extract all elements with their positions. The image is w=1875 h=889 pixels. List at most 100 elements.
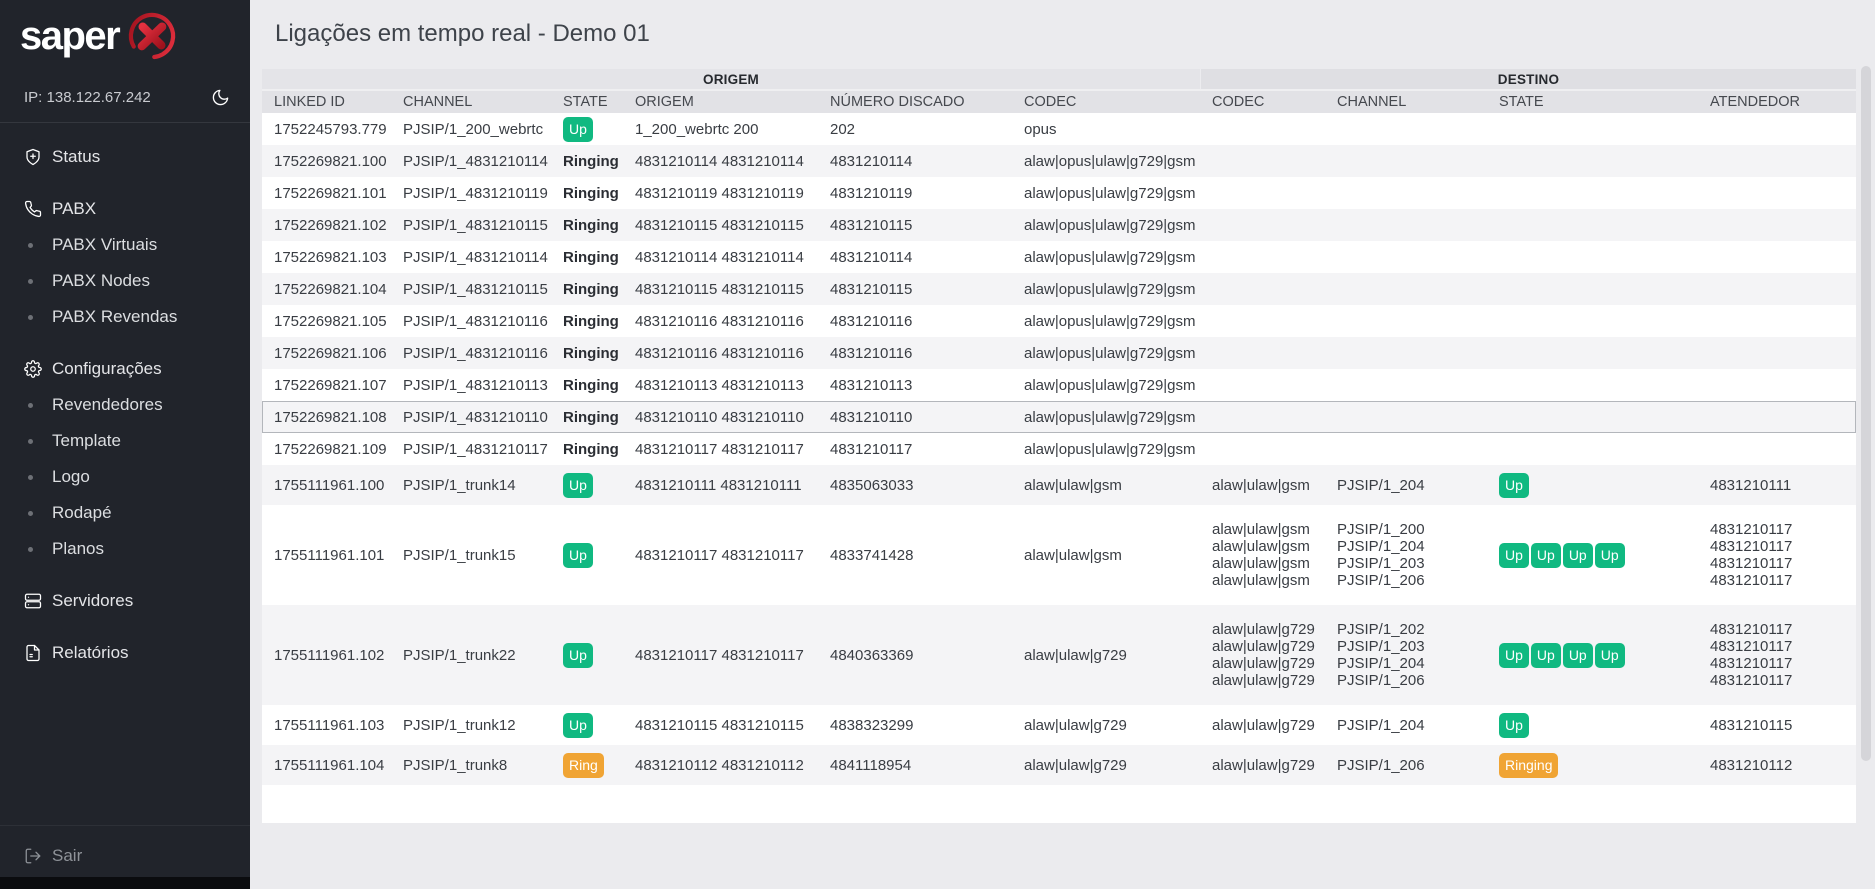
group-header-label: ORIGEM [703, 72, 759, 87]
cell-origem: 4831210112 4831210112 [623, 757, 818, 774]
table-row[interactable]: 1755111961.103PJSIP/1_trunk12Up483121011… [262, 705, 1856, 745]
cell-state: Up [551, 643, 623, 668]
cell-origem: 4831210117 4831210117 [623, 441, 818, 458]
dest-state-badge: Up [1531, 543, 1561, 568]
cell-dest-channel-line: PJSIP/1_203 [1337, 555, 1483, 572]
cell-state: Ringing [551, 281, 623, 298]
dest-state-badge: Up [1563, 643, 1593, 668]
cell-codec: alaw|opus|ulaw|g729|gsm [1012, 345, 1200, 362]
table-row[interactable]: 1755111961.101PJSIP/1_trunk15Up483121011… [262, 505, 1856, 605]
cell-channel: PJSIP/1_4831210115 [391, 281, 551, 298]
sidebar-item-rodape[interactable]: Rodapé [0, 495, 250, 531]
cell-linked-id: 1752269821.101 [262, 185, 391, 202]
sidebar-item-sair[interactable]: Sair [0, 838, 250, 874]
cell-linked-id: 1752269821.109 [262, 441, 391, 458]
cell-dest-codec-line: alaw|ulaw|gsm [1212, 521, 1321, 538]
table-row[interactable]: 1752269821.104PJSIP/1_4831210115Ringing4… [262, 273, 1856, 305]
sidebar-item-pabx-nodes[interactable]: PABX Nodes [0, 263, 250, 299]
cell-numero-discado: 4838323299 [818, 717, 1012, 734]
shield-plus-icon [24, 148, 52, 166]
sidebar-item-servidores[interactable]: Servidores [0, 583, 250, 619]
cell-numero-discado: 4831210115 [818, 217, 1012, 234]
cell-dest-codec-line: alaw|ulaw|g729 [1212, 672, 1321, 689]
cell-linked-id: 1755111961.102 [262, 647, 391, 664]
table-row[interactable]: 1752245793.779PJSIP/1_200_webrtcUp1_200_… [262, 113, 1856, 145]
cell-atendedor-line: 4831210117 [1710, 672, 1852, 689]
table-row[interactable]: 1752269821.109PJSIP/1_4831210117Ringing4… [262, 433, 1856, 465]
cell-state: Ringing [551, 441, 623, 458]
table-row[interactable]: 1755111961.100PJSIP/1_trunk14Up483121011… [262, 465, 1856, 505]
cell-linked-id: 1752269821.106 [262, 345, 391, 362]
table-row[interactable]: 1755111961.104PJSIP/1_trunk8Ring48312101… [262, 745, 1856, 785]
cell-numero-discado: 4831210119 [818, 185, 1012, 202]
cell-dest-codec-line: alaw|ulaw|g729 [1212, 621, 1321, 638]
sidebar-item-status[interactable]: Status [0, 139, 250, 175]
table-row[interactable]: 1752269821.103PJSIP/1_4831210114Ringing4… [262, 241, 1856, 273]
sidebar-item-configuracoes[interactable]: Configurações [0, 351, 250, 387]
sidebar-item-logo[interactable]: Logo [0, 459, 250, 495]
cell-dest-channel-line: PJSIP/1_202 [1337, 621, 1483, 638]
cell-origem: 4831210116 4831210116 [623, 345, 818, 362]
saper-logo-text: saper [20, 8, 119, 64]
cell-linked-id: 1752269821.107 [262, 377, 391, 394]
table-body: 1752245793.779PJSIP/1_200_webrtcUp1_200_… [262, 113, 1856, 785]
bullet-icon [24, 315, 52, 320]
sidebar-item-revendedores[interactable]: Revendedores [0, 387, 250, 423]
cell-channel: PJSIP/1_trunk12 [391, 717, 551, 734]
sidebar-divider [0, 122, 250, 123]
cell-linked-id: 1752269821.100 [262, 153, 391, 170]
cell-dest-channel-line: PJSIP/1_206 [1337, 572, 1483, 589]
cell-codec: opus [1012, 121, 1200, 138]
dest-state-badge: Up [1499, 473, 1529, 498]
cell-atendedor-line: 4831210117 [1710, 638, 1852, 655]
cell-dest-codec-line: alaw|ulaw|g729 [1212, 638, 1321, 655]
sidebar-item-pabx[interactable]: PABX [0, 191, 250, 227]
cell-dest-channel: PJSIP/1_200PJSIP/1_204PJSIP/1_203PJSIP/1… [1325, 521, 1487, 589]
cell-dest-channel-line: PJSIP/1_203 [1337, 638, 1483, 655]
gear-icon [24, 360, 52, 378]
sidebar-item-pabx-revendas[interactable]: PABX Revendas [0, 299, 250, 335]
group-header-destino: DESTINO [1200, 69, 1856, 89]
cell-atendedor: 4831210112 [1698, 757, 1856, 774]
cell-channel: PJSIP/1_4831210116 [391, 313, 551, 330]
sidebar-item-template[interactable]: Template [0, 423, 250, 459]
sidebar-item-label: Servidores [52, 591, 133, 611]
cell-linked-id: 1752245793.779 [262, 121, 391, 138]
cell-state: Ringing [551, 185, 623, 202]
table-row[interactable]: 1752269821.102PJSIP/1_4831210115Ringing4… [262, 209, 1856, 241]
state-badge: Up [563, 643, 593, 668]
col-header-state-8: STATE [1487, 91, 1698, 113]
table-row[interactable]: 1752269821.106PJSIP/1_4831210116Ringing4… [262, 337, 1856, 369]
state-text: Ringing [563, 409, 619, 426]
table-row[interactable]: 1752269821.100PJSIP/1_4831210114Ringing4… [262, 145, 1856, 177]
sidebar-item-label: Configurações [52, 359, 162, 379]
cell-atendedor: 4831210117483121011748312101174831210117 [1698, 521, 1856, 589]
vertical-scrollbar-thumb[interactable] [1861, 66, 1871, 761]
cell-dest-codec-line: alaw|ulaw|g729 [1212, 757, 1321, 774]
cell-dest-codec-line: alaw|ulaw|gsm [1212, 538, 1321, 555]
sidebar-item-label: Planos [52, 539, 104, 559]
col-header-channel-7: CHANNEL [1325, 91, 1487, 113]
dest-state-badges: UpUpUpUp [1499, 643, 1694, 668]
brand-logo: saper [20, 8, 179, 64]
col-header-channel-1: CHANNEL [391, 91, 551, 113]
sidebar-item-label: Status [52, 147, 100, 167]
table-row[interactable]: 1752269821.105PJSIP/1_4831210116Ringing4… [262, 305, 1856, 337]
cell-codec: alaw|ulaw|gsm [1012, 477, 1200, 494]
cell-dest-channel: PJSIP/1_206 [1325, 757, 1487, 774]
table-row[interactable]: 1752269821.101PJSIP/1_4831210119Ringing4… [262, 177, 1856, 209]
table-row[interactable]: 1755111961.102PJSIP/1_trunk22Up483121011… [262, 605, 1856, 705]
cell-atendedor-line: 4831210117 [1710, 555, 1852, 572]
sidebar-item-relatorios[interactable]: Relatórios [0, 635, 250, 671]
table-row[interactable]: 1752269821.107PJSIP/1_4831210113Ringing4… [262, 369, 1856, 401]
cell-origem: 4831210115 4831210115 [623, 281, 818, 298]
bullet-icon [24, 475, 52, 480]
moon-icon[interactable] [211, 88, 230, 107]
sidebar-item-pabx-virtuais[interactable]: PABX Virtuais [0, 227, 250, 263]
dest-state-badges: Up [1499, 473, 1694, 498]
cell-channel: PJSIP/1_trunk14 [391, 477, 551, 494]
sidebar-item-planos[interactable]: Planos [0, 531, 250, 567]
cell-linked-id: 1755111961.100 [262, 477, 391, 494]
table-row[interactable]: 1752269821.108PJSIP/1_4831210110Ringing4… [262, 401, 1856, 433]
state-text: Ringing [563, 377, 619, 394]
